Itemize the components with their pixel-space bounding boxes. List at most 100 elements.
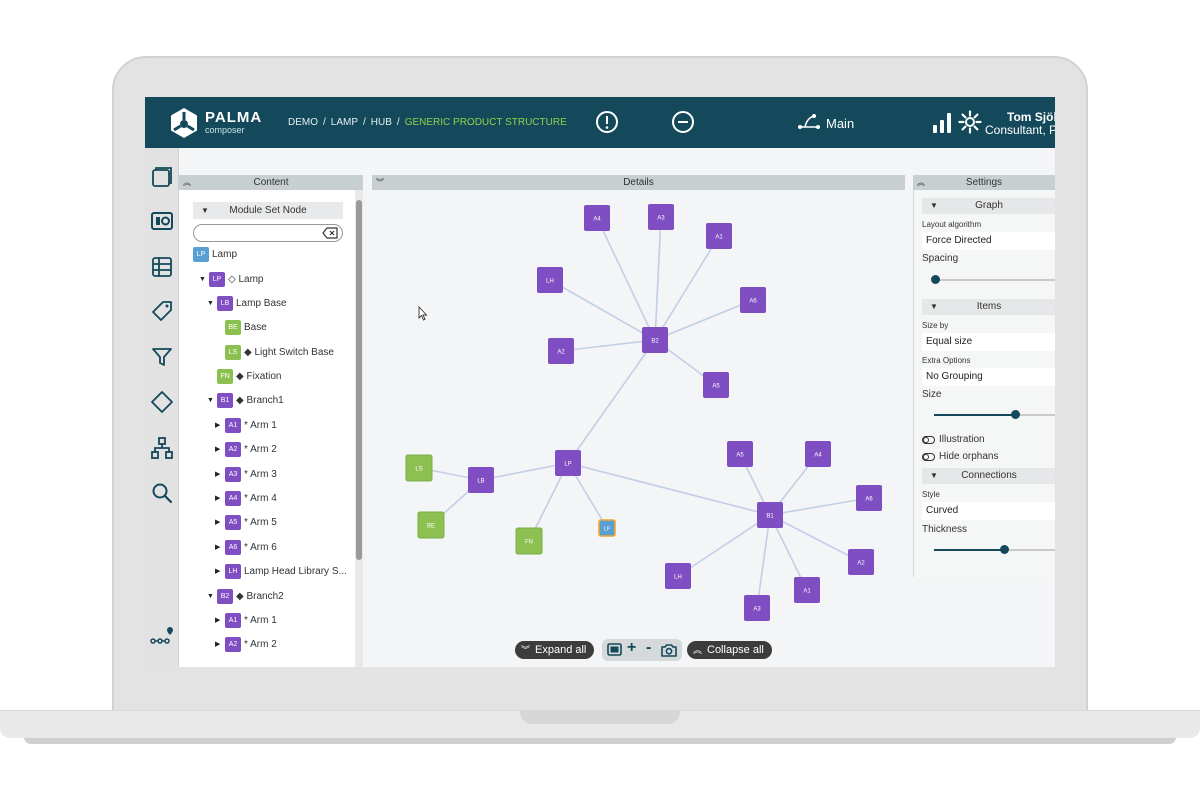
tree-search-input[interactable] (193, 224, 343, 242)
size-slider-fill[interactable] (934, 414, 1014, 416)
spacing-slider-track[interactable] (934, 279, 1055, 281)
tree-item[interactable]: ▶ A1 * Arm 1 (215, 612, 277, 628)
dashboard-icon[interactable] (151, 210, 173, 232)
search-icon[interactable] (151, 482, 173, 504)
caret-down-icon[interactable]: ▼ (207, 300, 217, 307)
caret-right-icon[interactable]: ▶ (215, 494, 225, 502)
branch-label[interactable]: Main (826, 116, 854, 131)
caret-right-icon[interactable]: ▶ (215, 640, 225, 648)
graph-node[interactable]: A4 (805, 441, 831, 467)
graph-node[interactable]: A3 (648, 204, 674, 230)
tree-item[interactable]: ▼ LB Lamp Base (207, 295, 287, 311)
expand-chevron-icon[interactable]: ︾ (376, 175, 384, 190)
thickness-slider-handle[interactable] (1000, 545, 1009, 554)
tree-item[interactable]: ▶ A4 * Arm 4 (215, 490, 277, 506)
tree-item[interactable]: ▼ B2 ◆ Branch2 (207, 588, 284, 604)
breadcrumb-item-hub[interactable]: HUB (371, 117, 392, 128)
scrollbar-thumb[interactable] (356, 200, 362, 560)
thickness-slider-track[interactable] (1004, 549, 1055, 551)
size-by-select[interactable]: Equal size (922, 333, 1055, 351)
hierarchy-icon[interactable] (151, 437, 173, 459)
collapse-chevron-icon[interactable]: ︽ (183, 175, 191, 190)
tree-item[interactable]: ▶ A2 * Arm 2 (215, 441, 277, 457)
graph-node[interactable]: A2 (848, 549, 874, 575)
tree-item[interactable]: ▶ A1 * Arm 1 (215, 417, 277, 433)
size-slider-track[interactable] (1014, 414, 1055, 416)
graph-node[interactable]: B1 (757, 502, 783, 528)
graph-node[interactable]: LP (555, 450, 581, 476)
graph-node[interactable]: BE (417, 511, 445, 539)
graph-node[interactable]: A1 (794, 577, 820, 603)
tree-item[interactable]: ▼ B1 ◆ Branch1 (207, 392, 284, 408)
extra-options-select[interactable]: No Grouping (922, 368, 1055, 386)
caret-down-icon[interactable]: ▼ (207, 397, 217, 404)
tree-item[interactable]: FN ◆ Fixation (207, 368, 281, 384)
graph-node[interactable]: A3 (744, 595, 770, 621)
filter-icon[interactable] (151, 346, 173, 368)
clear-input-icon[interactable] (322, 227, 338, 239)
caret-right-icon[interactable]: ▶ (215, 445, 225, 453)
graph-node[interactable]: A6 (740, 287, 766, 313)
illustration-toggle[interactable] (922, 435, 935, 444)
graph-node[interactable]: LS (405, 454, 433, 482)
layout-algorithm-select[interactable]: Force Directed (922, 232, 1055, 250)
modules-icon[interactable] (151, 166, 173, 188)
tree-item[interactable]: LS ◆ Light Switch Base (215, 344, 334, 360)
fit-screen-icon[interactable] (607, 643, 622, 656)
graph-node[interactable]: LH (665, 563, 691, 589)
graph-node[interactable]: LH (537, 267, 563, 293)
tree-item[interactable]: BE Base (215, 319, 267, 335)
connections-section-header[interactable]: ▼ Connections (922, 468, 1055, 484)
caret-right-icon[interactable]: ▶ (215, 567, 225, 575)
caret-right-icon[interactable]: ▶ (215, 470, 225, 478)
module-set-node-header[interactable]: ▼ Module Set Node (193, 202, 343, 219)
caret-right-icon[interactable]: ▶ (215, 543, 225, 551)
graph-node[interactable]: A2 (548, 338, 574, 364)
graph-node[interactable]: LB (468, 467, 494, 493)
tree-item[interactable]: LP Lamp (193, 246, 237, 262)
expand-all-button[interactable]: ︾ Expand all (515, 641, 595, 659)
graph-node[interactable]: A5 (703, 372, 729, 398)
caret-down-icon[interactable]: ▼ (199, 276, 209, 283)
tree-item[interactable]: ▶ A3 * Arm 3 (215, 466, 277, 482)
alert-icon[interactable] (595, 110, 619, 134)
signal-bars-icon[interactable] (931, 110, 955, 134)
graph-node[interactable]: A1 (706, 223, 732, 249)
thickness-slider-fill[interactable] (934, 549, 1004, 551)
spacing-slider-handle[interactable] (931, 275, 940, 284)
details-panel-header[interactable]: ︾ Details (372, 175, 905, 190)
branch-icon[interactable] (797, 112, 821, 132)
collapse-all-button[interactable]: ︽ Collapse all (687, 641, 772, 659)
caret-right-icon[interactable]: ▶ (215, 421, 225, 429)
settings-panel-header[interactable]: ︽ Settings (913, 175, 1055, 190)
collapse-chevron-icon[interactable]: ︽ (917, 175, 925, 190)
graph-node[interactable]: LP (598, 519, 616, 537)
table-icon[interactable] (151, 256, 173, 278)
structure-graph[interactable]: LP LB LS BE FN LP B2 A4 A3 A1 LH A6 A2 A5 B1 A5 A4 A6 A2 A1… (372, 190, 905, 637)
caret-down-icon[interactable]: ▼ (207, 593, 217, 600)
graph-node[interactable]: A6 (856, 485, 882, 511)
zoom-in-button[interactable]: + (627, 639, 636, 657)
breadcrumb-item-lamp[interactable]: LAMP (331, 117, 358, 128)
illustration-toggle-row[interactable]: Illustration (922, 434, 985, 445)
style-select[interactable]: Curved (922, 502, 1055, 520)
minus-circle-icon[interactable] (671, 110, 695, 134)
graph-node[interactable]: FN (515, 527, 543, 555)
graph-node[interactable]: A4 (584, 205, 610, 231)
settings-gear-icon[interactable] (958, 110, 982, 134)
camera-icon[interactable] (661, 643, 677, 657)
tag-icon[interactable] (151, 300, 173, 322)
roadmap-icon[interactable] (150, 624, 174, 646)
zoom-out-button[interactable]: - (646, 639, 651, 657)
graph-node[interactable]: B2 (642, 327, 668, 353)
user-name[interactable]: Tom Sjöb (1007, 110, 1055, 124)
items-section-header[interactable]: ▼ Items (922, 299, 1055, 315)
tree-item[interactable]: ▶ A6 * Arm 6 (215, 539, 277, 555)
tree-item[interactable]: ▶ A5 * Arm 5 (215, 514, 277, 530)
tree-item[interactable]: ▼ LP ◇ Lamp (199, 271, 263, 287)
content-panel-header[interactable]: ︽ Content (179, 175, 363, 190)
tree-item[interactable]: ▶ A2 * Arm 2 (215, 636, 277, 652)
hide-orphans-toggle[interactable] (922, 452, 935, 461)
diamond-icon[interactable] (151, 391, 173, 413)
breadcrumb-item-demo[interactable]: DEMO (288, 117, 318, 128)
